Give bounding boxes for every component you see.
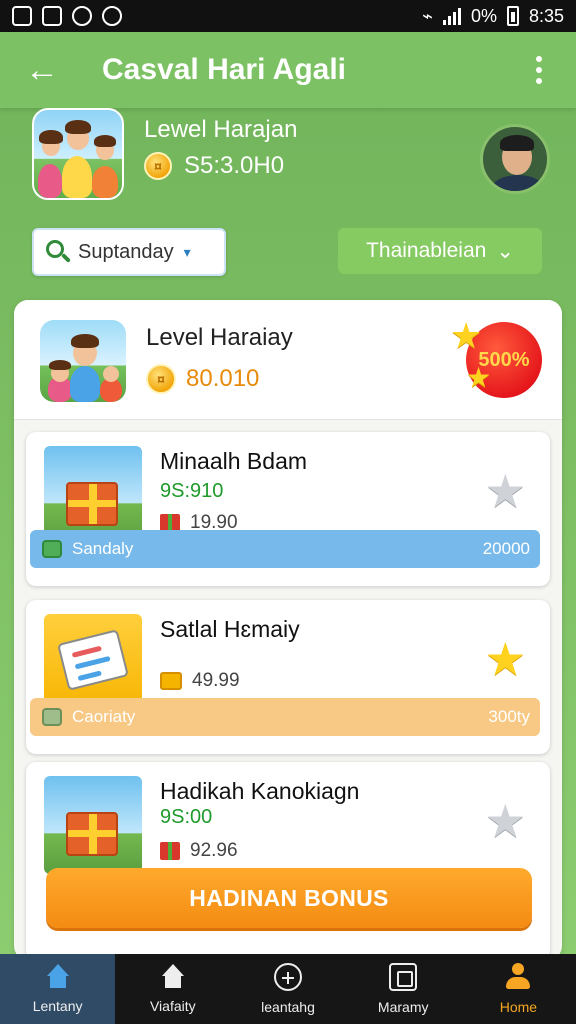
chip-icon (42, 708, 62, 726)
signal-icon (442, 7, 461, 25)
gift-box-icon (66, 812, 118, 856)
item-bar: Caoriaty 300ty (30, 698, 540, 736)
app-bar: ← Casval Hari Agali (0, 32, 576, 108)
item-sub-row: 92.96 (160, 840, 238, 862)
chevron-down-icon: ⌄ (496, 239, 514, 263)
status-bar: ⌁ 0% 8:35 (0, 0, 576, 32)
favorite-star-icon[interactable]: ★ (485, 798, 526, 844)
more-dot (536, 56, 542, 62)
item-title: Hadikah Kanokiagn (160, 778, 360, 804)
item-price: 9S:910 (160, 480, 224, 502)
battery-icon (506, 6, 519, 26)
filter-label: Thainableian (366, 239, 487, 262)
status-system: ⌁ 0% 8:35 (422, 6, 564, 27)
back-button[interactable]: ← (22, 50, 62, 90)
nav-label: Home (499, 999, 538, 1015)
item-price: 9S:00 (160, 806, 213, 828)
list-item[interactable]: Minaalh Bdam 9S:910 19.90 ★ Sandaly 2000… (26, 432, 550, 586)
nav-label: leantahg (261, 999, 315, 1015)
content-panel: Level Haraiay ¤ 80.010 500% ★ ★ Minaalh … (14, 300, 562, 960)
bonus-button[interactable]: HADINAN BONUS (46, 868, 532, 928)
item-sub-value: 49.99 (192, 670, 240, 691)
coin-icon: ¤ (146, 364, 176, 394)
balance-row: ¤ S5:3.0H0 (144, 152, 284, 180)
search-dropdown[interactable]: Suptanday ▾ (32, 228, 226, 276)
home-icon (43, 964, 73, 990)
plus-circle-icon (274, 963, 302, 991)
profile-header: Lewel Harajan ¤ S5:3.0H0 (30, 108, 550, 204)
gallery-icon (12, 6, 32, 26)
more-options-button[interactable] (524, 50, 554, 90)
circle-app-icon (102, 6, 122, 26)
avatar[interactable] (480, 124, 550, 194)
item-sub-row: 49.99 (160, 670, 240, 692)
more-dot (536, 78, 542, 84)
featured-title: Level Haraiay (146, 324, 293, 351)
family-thumbnail (32, 108, 124, 200)
search-value: Suptanday (78, 240, 174, 263)
gift-box-icon (66, 482, 118, 526)
star-icon: ★ (450, 315, 483, 356)
item-title: Satlal Hɛmaiy (160, 616, 300, 642)
status-notifications (12, 6, 122, 26)
clock: 8:35 (528, 5, 564, 26)
nav-label: Viafaity (149, 998, 196, 1014)
nav-label: Lentany (32, 998, 83, 1014)
nav-label: Maramy (377, 999, 429, 1015)
featured-card[interactable]: Level Haraiay ¤ 80.010 500% ★ ★ (14, 300, 562, 420)
nav-item-viafaity[interactable]: Viafaity (115, 954, 230, 1024)
sync-icon (72, 6, 92, 26)
balance-value: S5:3.0H0 (184, 152, 285, 179)
featured-value: 80.010 (186, 365, 260, 392)
notebook-icon (57, 629, 129, 691)
wifi-icon: ⌁ (422, 5, 433, 26)
list-item[interactable]: Hadikah Kanokiagn 9S:00 92.96 ★ (26, 762, 550, 960)
item-bar-label: Sandaly (72, 539, 134, 558)
star-icon: ★ (466, 362, 492, 393)
item-bar-value: 300ty (488, 707, 530, 726)
item-bar: Sandaly 20000 (30, 530, 540, 568)
favorite-star-icon[interactable]: ★ (485, 636, 526, 682)
box-icon (389, 963, 418, 991)
arrow-left-icon: ← (25, 50, 59, 89)
coin-icon: ¤ (144, 152, 172, 180)
favorite-star-icon[interactable]: ★ (485, 468, 526, 514)
nav-item-leantahg[interactable]: leantahg (230, 954, 345, 1024)
item-bar-label: Caoriaty (72, 707, 136, 726)
chip-icon (42, 540, 62, 558)
more-dot (536, 67, 542, 73)
nav-item-home[interactable]: Home (461, 954, 576, 1024)
ticket-icon (160, 672, 182, 690)
image-icon (42, 6, 62, 26)
promo-badge: 500% ★ ★ (450, 318, 554, 402)
item-sub-value: 92.96 (190, 840, 238, 861)
battery-percent: 0% (470, 5, 497, 26)
nav-item-lentany[interactable]: Lentany (0, 954, 116, 1024)
gift-thumbnail (44, 776, 142, 874)
item-bar-value: 20000 (482, 539, 530, 558)
nav-item-maramy[interactable]: Maramy (346, 954, 461, 1024)
filter-dropdown[interactable]: Thainableian ⌄ (338, 228, 542, 274)
featured-value-row: ¤ 80.010 (146, 364, 259, 394)
level-label: Lewel Harajan (144, 116, 298, 143)
search-icon (46, 240, 71, 264)
item-title: Minaalh Bdam (160, 448, 308, 474)
list-item[interactable]: Satlal Hɛmaiy 49.99 ★ Caoriaty 300ty (26, 600, 550, 754)
gift-icon (160, 842, 180, 860)
store-icon (158, 964, 188, 990)
chevron-down-icon: ▾ (183, 243, 191, 260)
app-title: Casval Hari Agali (102, 53, 346, 86)
featured-thumbnail (40, 320, 126, 402)
bottom-navigation: Lentany Viafaity leantahg Maramy Home (0, 954, 576, 1024)
user-icon (504, 963, 532, 991)
